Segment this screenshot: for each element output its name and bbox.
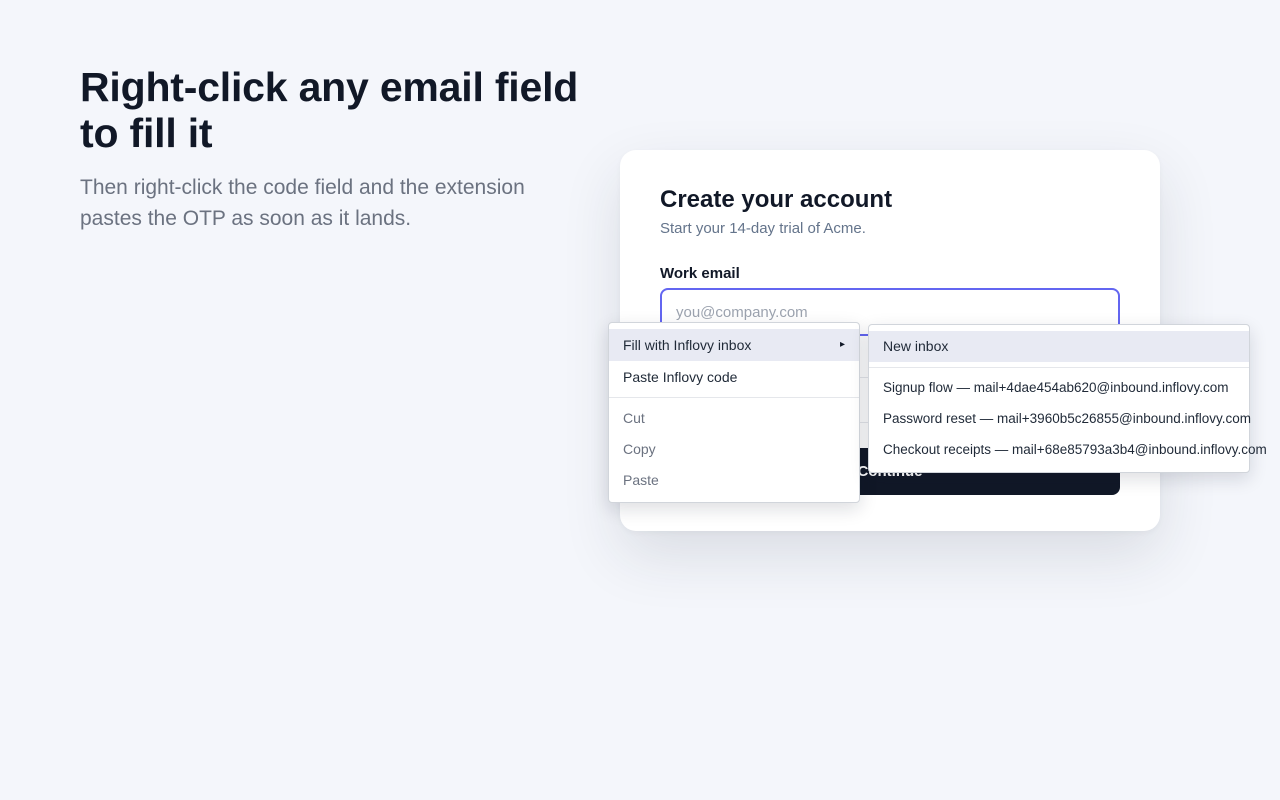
card-title: Create your account xyxy=(660,186,893,213)
menu-item-label: Paste xyxy=(623,472,659,488)
context-menu: Fill with Inflovy inbox ▸ Paste Inflovy … xyxy=(608,322,860,503)
menu-item-label: Copy xyxy=(623,441,656,457)
menu-separator xyxy=(609,397,859,398)
menu-item-label: Cut xyxy=(623,410,645,426)
submenu-arrow-icon: ▸ xyxy=(839,339,845,350)
menu-item-label: New inbox xyxy=(883,338,949,354)
card-subtitle: Start your 14-day trial of Acme. xyxy=(660,220,866,237)
hero: Right-click any email field to fill it T… xyxy=(80,64,600,234)
inbox-submenu: New inbox Signup flow — mail+4dae454ab62… xyxy=(868,324,1267,473)
page: Right-click any email field to fill it T… xyxy=(0,0,1280,800)
submenu-item-inbox[interactable]: Password reset — mail+3960b5c26855@inbou… xyxy=(869,403,1252,434)
menu-item-paste[interactable]: Paste xyxy=(609,465,859,496)
menu-item-label: Signup flow — mail+4dae454ab620@inbound.… xyxy=(883,380,1229,395)
hero-title: Right-click any email field to fill it xyxy=(80,64,579,156)
hero-subtitle: Then right-click the code field and the … xyxy=(80,176,525,230)
menu-item-label: Checkout receipts — mail+68e85793a3b4@in… xyxy=(883,442,1267,457)
menu-item-fill-inbox[interactable]: Fill with Inflovy inbox ▸ xyxy=(609,329,859,361)
menu-item-copy[interactable]: Copy xyxy=(609,434,859,465)
menu-item-label: Paste Inflovy code xyxy=(623,369,738,385)
submenu-item-new-inbox[interactable]: New inbox xyxy=(869,331,1249,362)
submenu-item-inbox[interactable]: Checkout receipts — mail+68e85793a3b4@in… xyxy=(869,434,1267,465)
menu-item-cut[interactable]: Cut xyxy=(609,403,859,434)
email-label: Work email xyxy=(660,265,740,282)
menu-separator xyxy=(869,367,1249,368)
submenu-item-inbox[interactable]: Signup flow — mail+4dae454ab620@inbound.… xyxy=(869,372,1249,403)
menu-item-label: Password reset — mail+3960b5c26855@inbou… xyxy=(883,411,1252,426)
menu-item-paste-code[interactable]: Paste Inflovy code xyxy=(609,361,859,393)
menu-item-label: Fill with Inflovy inbox xyxy=(623,337,752,353)
